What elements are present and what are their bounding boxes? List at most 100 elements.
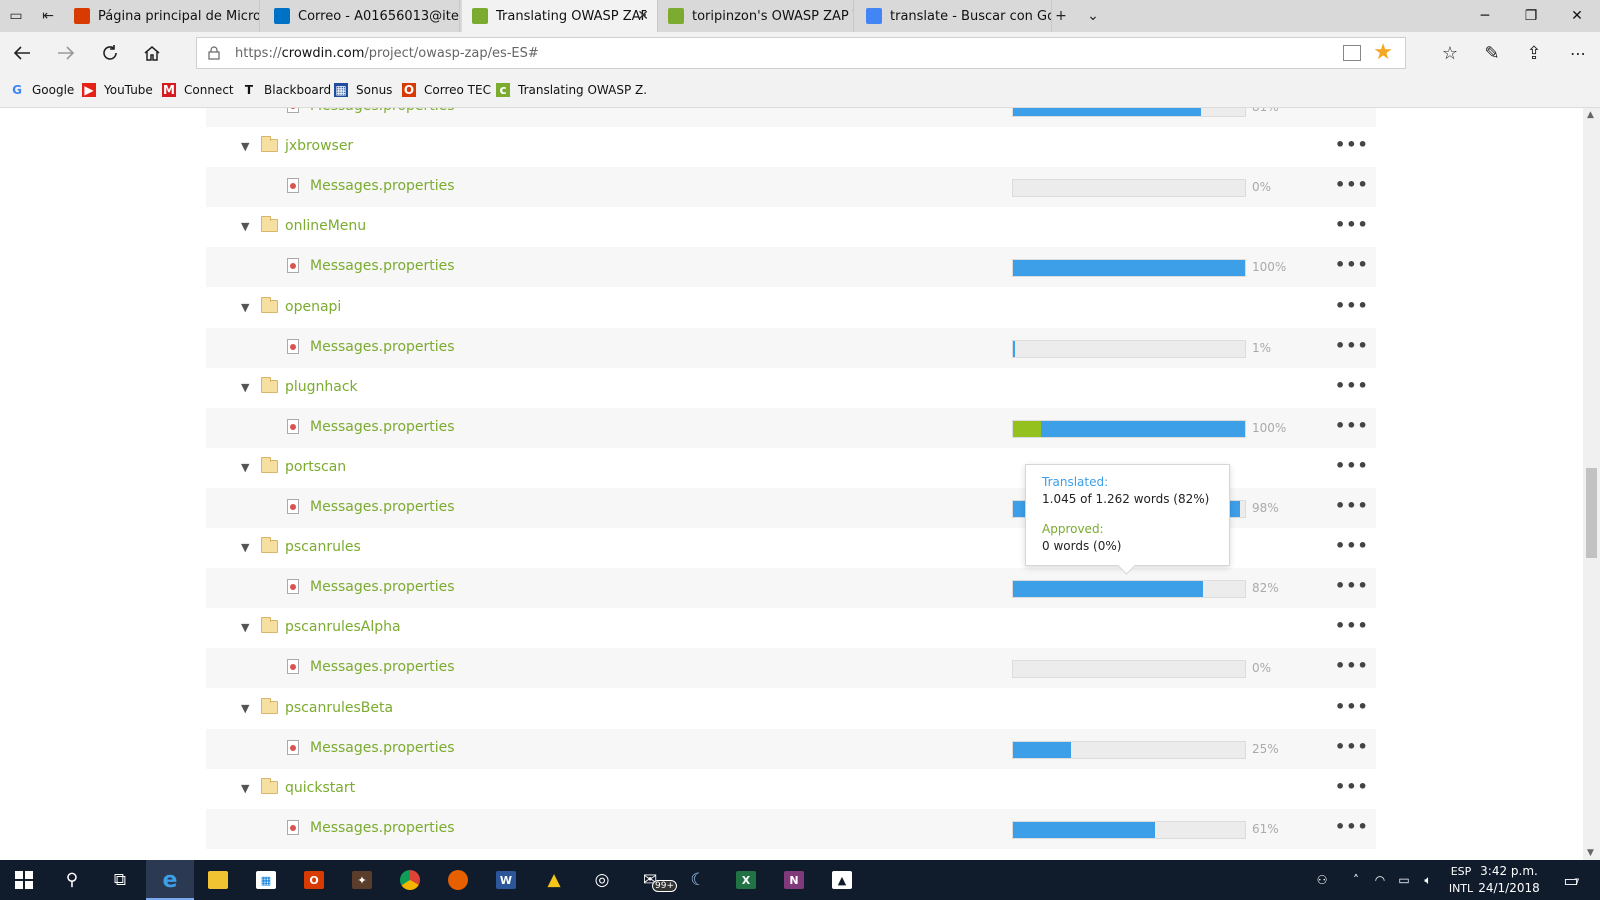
browser-tab[interactable]: Correo - A01656013@itesm [264,0,460,32]
address-bar[interactable]: https://crowdin.com/project/owasp-zap/es… [196,37,1406,69]
search-button[interactable]: ⚲ [48,860,96,900]
row-menu-icon[interactable]: ••• [1335,817,1369,836]
browser-tab[interactable]: Translating OWASP ZAF ✕ [462,0,658,32]
translation-progress-bar[interactable] [1012,740,1246,759]
favorite-link[interactable]: T Blackboard [242,83,331,97]
tab-preview-icon[interactable]: ▭ [0,0,32,32]
taskbar-onenote[interactable]: N [770,860,818,900]
expand-toggle-icon[interactable]: ▼ [241,220,249,233]
close-tab-icon[interactable]: ✕ [637,8,649,24]
more-menu-button[interactable]: ⋯ [1560,36,1596,70]
reading-view-icon[interactable] [1343,45,1361,61]
task-view-button[interactable]: ⧉ [96,860,144,900]
close-window-button[interactable]: ✕ [1554,0,1600,32]
scroll-up-icon[interactable]: ▲ [1587,110,1594,120]
taskbar-file-explorer[interactable] [194,860,242,900]
favorite-star-icon[interactable]: ★ [1373,40,1393,65]
taskbar-app[interactable]: ✦ [338,860,386,900]
action-center-button[interactable]: ▭ 7 [1556,860,1586,900]
translation-progress-bar[interactable] [1012,660,1246,679]
minimize-button[interactable]: ─ [1462,0,1508,32]
folder-name[interactable]: pscanrules [285,539,361,555]
file-link[interactable]: Messages.properties [310,499,455,515]
favorites-hub-button[interactable]: ☆ [1432,36,1468,70]
taskbar-app-3[interactable]: ◎ [578,860,626,900]
translation-progress-bar[interactable] [1012,179,1246,198]
scroll-down-icon[interactable]: ▼ [1587,848,1594,858]
row-menu-icon[interactable]: ••• [1335,737,1369,756]
row-menu-icon[interactable]: ••• [1335,336,1369,355]
taskbar-excel[interactable]: X [722,860,770,900]
folder-name[interactable]: plugnhack [285,379,358,395]
translation-progress-bar[interactable] [1012,108,1246,117]
scrollbar-thumb[interactable] [1586,468,1597,558]
volume-button[interactable]: 🔈︎ [1418,860,1438,900]
restore-button[interactable]: ❐ [1508,0,1554,32]
expand-toggle-icon[interactable]: ▼ [241,541,249,554]
translation-progress-bar[interactable] [1012,820,1246,839]
file-link[interactable]: Messages.properties [310,820,455,836]
row-menu-icon[interactable]: ••• [1335,255,1369,274]
wifi-button[interactable]: ◠ [1370,860,1390,900]
row-menu-icon[interactable]: ••• [1335,416,1369,435]
expand-toggle-icon[interactable]: ▼ [241,301,249,314]
expand-toggle-icon[interactable]: ▼ [241,782,249,795]
row-menu-icon[interactable]: ••• [1335,135,1369,154]
battery-button[interactable]: ▭ [1394,860,1414,900]
row-menu-icon[interactable]: ••• [1335,108,1369,114]
expand-toggle-icon[interactable]: ▼ [241,461,249,474]
taskbar-store[interactable]: ▦ [242,860,290,900]
row-menu-icon[interactable]: ••• [1335,616,1369,635]
row-menu-icon[interactable]: ••• [1335,536,1369,555]
row-menu-icon[interactable]: ••• [1335,697,1369,716]
clock[interactable]: 3:42 p.m. 24/1/2018 [1474,863,1544,897]
translation-progress-bar[interactable] [1012,580,1246,599]
favorite-link[interactable]: O Correo TEC [402,83,491,97]
forward-button[interactable] [48,36,84,70]
expand-toggle-icon[interactable]: ▼ [241,381,249,394]
file-link[interactable]: Messages.properties [310,339,455,355]
input-language[interactable]: ESP INTL [1446,863,1476,897]
row-menu-icon[interactable]: ••• [1335,777,1369,796]
show-hidden-icons[interactable]: ˄ [1346,860,1366,900]
file-link[interactable]: Messages.properties [310,178,455,194]
taskbar-office[interactable]: O [290,860,338,900]
translation-progress-bar[interactable] [1012,339,1246,358]
translation-progress-bar[interactable] [1012,259,1246,278]
row-menu-icon[interactable]: ••• [1335,376,1369,395]
set-aside-tabs-icon[interactable]: ⇤ [32,0,64,32]
file-link[interactable]: Messages.properties [310,579,455,595]
folder-name[interactable]: onlineMenu [285,218,366,234]
expand-toggle-icon[interactable]: ▼ [241,702,249,715]
page-scrollbar[interactable]: ▲ ▼ [1583,108,1600,860]
browser-tab[interactable]: Página principal de Microso [64,0,260,32]
file-link[interactable]: Messages.properties [310,258,455,274]
tab-list-button[interactable]: ⌄ [1077,0,1109,32]
file-link[interactable]: Messages.properties [310,108,455,114]
taskbar-chrome[interactable] [386,860,434,900]
folder-name[interactable]: quickstart [285,780,355,796]
favorite-link[interactable]: M Connect [162,83,234,97]
taskbar-app-2[interactable]: ▲ [530,860,578,900]
expand-toggle-icon[interactable]: ▼ [241,621,249,634]
row-menu-icon[interactable]: ••• [1335,296,1369,315]
row-menu-icon[interactable]: ••• [1335,496,1369,515]
share-button[interactable]: ⇪ [1516,36,1552,70]
translation-progress-bar[interactable] [1012,419,1246,438]
taskbar-edge[interactable]: e [146,860,194,900]
row-menu-icon[interactable]: ••• [1335,175,1369,194]
home-button[interactable] [134,36,170,70]
expand-toggle-icon[interactable]: ▼ [241,140,249,153]
taskbar-app-4[interactable]: ☾ [674,860,722,900]
taskbar-mail[interactable]: ✉ 99+ [626,860,677,900]
taskbar-word[interactable]: W [482,860,530,900]
taskbar-firefox[interactable] [434,860,482,900]
taskbar-photos[interactable]: ▲ [818,860,866,900]
browser-tab[interactable]: toripinzon's OWASP ZAP Tra [658,0,854,32]
favorite-link[interactable]: G Google [10,83,74,97]
row-menu-icon[interactable]: ••• [1335,215,1369,234]
web-note-button[interactable]: ✎ [1474,36,1510,70]
file-link[interactable]: Messages.properties [310,659,455,675]
folder-name[interactable]: portscan [285,459,346,475]
favorite-link[interactable]: ▦ Sonus [334,83,392,97]
